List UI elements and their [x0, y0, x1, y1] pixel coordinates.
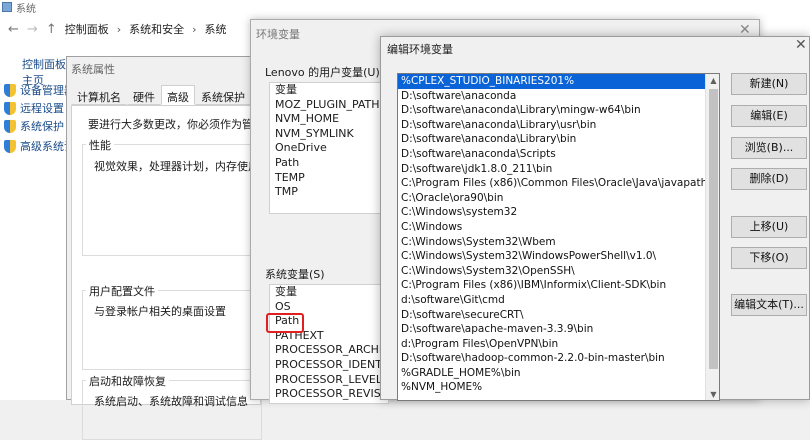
- system-variables-list[interactable]: 变量 OS Path PATHEXT PROCESSOR_ARCHITECTUR…: [269, 284, 389, 404]
- shield-icon: [4, 119, 16, 133]
- edit-environment-variable-dialog: 编辑环境变量 ✕ %CPLEX_STUDIO_BINARIES201% D:\so…: [380, 36, 810, 401]
- list-item[interactable]: D:\software\hadoop-common-2.2.0-bin-mast…: [398, 351, 705, 366]
- list-item[interactable]: d:\software\Git\cmd: [398, 293, 705, 308]
- list-item[interactable]: MOZ_PLUGIN_PATH: [270, 98, 388, 113]
- up-arrow-icon[interactable]: ↑: [46, 22, 57, 37]
- startup-recovery-desc: 系统启动、系统故障和调试信息: [94, 395, 248, 408]
- list-item[interactable]: %NVM_HOME%: [398, 380, 705, 395]
- startup-recovery-group: [82, 380, 262, 440]
- breadcrumb-separator-icon: ›: [192, 22, 197, 36]
- list-item[interactable]: TMP: [270, 185, 388, 200]
- list-item[interactable]: d:\Program Files\OpenVPN\bin: [398, 337, 705, 352]
- list-item[interactable]: OneDrive: [270, 141, 388, 156]
- move-down-button[interactable]: 下移(O): [731, 247, 807, 269]
- list-item[interactable]: %GRADLE_HOME%\bin: [398, 366, 705, 381]
- startup-recovery-label: 启动和故障恢复: [86, 373, 169, 389]
- user-profiles-group: [82, 290, 262, 370]
- breadcrumb-separator-icon: ›: [116, 22, 122, 36]
- list-item[interactable]: D:\software\apache-maven-3.3.9\bin: [398, 322, 705, 337]
- shield-icon: [4, 101, 16, 115]
- list-item[interactable]: PROCESSOR_LEVEL: [270, 373, 388, 388]
- list-item[interactable]: D:\software\secureCRT\: [398, 308, 705, 323]
- list-item[interactable]: D:\software\anaconda\Library\usr\bin: [398, 118, 705, 133]
- user-variables-column-header[interactable]: 变量: [270, 83, 388, 98]
- system-window-titlebar: 系统: [0, 0, 250, 15]
- list-item[interactable]: D:\software\jdk1.8.0_211\bin: [398, 162, 705, 177]
- list-item[interactable]: D:\software\anaconda\Library\mingw-w64\b…: [398, 103, 705, 118]
- system-properties-title: 系统属性: [71, 63, 115, 76]
- device-manager-link[interactable]: 设备管理器: [4, 82, 75, 98]
- user-variables-label: Lenovo 的用户变量(U): [265, 66, 380, 79]
- list-item[interactable]: NVM_HOME: [270, 112, 388, 127]
- breadcrumb-system[interactable]: 系统: [205, 21, 227, 37]
- remote-settings-link[interactable]: 远程设置: [4, 100, 64, 116]
- scroll-down-arrow-icon[interactable]: ▼: [706, 388, 719, 400]
- shield-icon: [4, 83, 16, 97]
- list-item[interactable]: %CPLEX_STUDIO_BINARIES201%: [398, 74, 705, 89]
- tab-hardware[interactable]: 硬件: [127, 85, 161, 105]
- back-arrow-icon[interactable]: ←: [8, 22, 19, 37]
- list-item[interactable]: NVM_SYMLINK: [270, 127, 388, 142]
- edit-dialog-title: 编辑环境变量: [387, 43, 453, 56]
- user-variables-list[interactable]: 变量 MOZ_PLUGIN_PATH NVM_HOME NVM_SYMLINK …: [269, 82, 389, 214]
- path-entries: %CPLEX_STUDIO_BINARIES201% D:\software\an…: [398, 74, 707, 395]
- system-left-panel: 控制面板主页 设备管理器 远程设置 系统保护 高级系统设置: [0, 48, 86, 400]
- list-item[interactable]: PROCESSOR_ARCHITECTURE: [270, 343, 388, 358]
- user-profiles-label: 用户配置文件: [86, 283, 158, 299]
- user-profiles-desc: 与登录帐户相关的桌面设置: [94, 305, 226, 318]
- move-up-button[interactable]: 上移(U): [731, 216, 807, 238]
- path-highlight-box: [266, 313, 304, 333]
- breadcrumb-system-security[interactable]: 系统和安全: [129, 21, 184, 37]
- scroll-up-arrow-icon[interactable]: ▲: [706, 74, 719, 88]
- list-item[interactable]: C:\Windows\System32\OpenSSH\: [398, 264, 705, 279]
- system-window-title: 系统: [16, 3, 36, 15]
- system-properties-dialog: 系统属性 计算机名 硬件 高级 系统保护 远程 要进行大多数更改，你必须作为管理…: [66, 56, 336, 440]
- forward-arrow-icon[interactable]: →: [27, 22, 38, 37]
- shield-icon: [4, 139, 16, 153]
- vertical-scrollbar[interactable]: ▲ ▼: [705, 74, 719, 400]
- list-item[interactable]: C:\Windows\System32\Wbem: [398, 235, 705, 250]
- list-item[interactable]: D:\software\anaconda\Scripts: [398, 147, 705, 162]
- close-icon[interactable]: ✕: [795, 37, 807, 53]
- advanced-tab-panel: 要进行大多数更改，你必须作为管理员登录。 性能 视觉效果，处理器计划，内存使用，…: [71, 105, 336, 440]
- remote-settings-label: 远程设置: [20, 102, 64, 115]
- list-item[interactable]: C:\Windows\system32: [398, 205, 705, 220]
- system-icon: [2, 2, 12, 12]
- browse-button[interactable]: 浏览(B)...: [731, 137, 807, 159]
- system-variables-column-header[interactable]: 变量: [270, 285, 388, 300]
- list-item[interactable]: D:\software\anaconda: [398, 89, 705, 104]
- list-item[interactable]: C:\Program Files (x86)\IBM\Informix\Clie…: [398, 278, 705, 293]
- list-item[interactable]: C:\Oracle\ora90\bin: [398, 191, 705, 206]
- environment-variables-title: 环境变量: [256, 28, 300, 41]
- list-item[interactable]: C:\Windows\System32\WindowsPowerShell\v1…: [398, 249, 705, 264]
- system-protection-link[interactable]: 系统保护: [4, 118, 64, 134]
- breadcrumb-control-panel[interactable]: 控制面板: [65, 21, 109, 37]
- tab-advanced[interactable]: 高级: [161, 85, 195, 105]
- list-item[interactable]: TEMP: [270, 171, 388, 186]
- path-entries-list[interactable]: %CPLEX_STUDIO_BINARIES201% D:\software\an…: [397, 73, 720, 401]
- new-button[interactable]: 新建(N): [731, 73, 807, 95]
- delete-button[interactable]: 删除(D): [731, 168, 807, 190]
- list-item[interactable]: C:\Windows: [398, 220, 705, 235]
- tab-system-protection[interactable]: 系统保护: [195, 85, 251, 105]
- performance-label: 性能: [86, 137, 114, 153]
- system-protection-label: 系统保护: [20, 120, 64, 133]
- list-item[interactable]: C:\Program Files (x86)\Common Files\Orac…: [398, 176, 707, 191]
- scrollbar-thumb[interactable]: [709, 89, 718, 369]
- edit-button[interactable]: 编辑(E): [731, 105, 807, 127]
- list-item[interactable]: PROCESSOR_IDENTIFIER: [270, 358, 388, 373]
- address-bar: ← → ↑ 控制面板 › 系统和安全 › 系统: [0, 16, 250, 42]
- list-item[interactable]: D:\software\anaconda\Library\bin: [398, 132, 705, 147]
- list-item[interactable]: OS: [270, 300, 388, 315]
- system-variables-label: 系统变量(S): [265, 268, 325, 281]
- list-item[interactable]: Path: [270, 156, 388, 171]
- edit-text-button[interactable]: 编辑文本(T)...: [731, 294, 807, 316]
- tab-computer-name[interactable]: 计算机名: [71, 85, 127, 105]
